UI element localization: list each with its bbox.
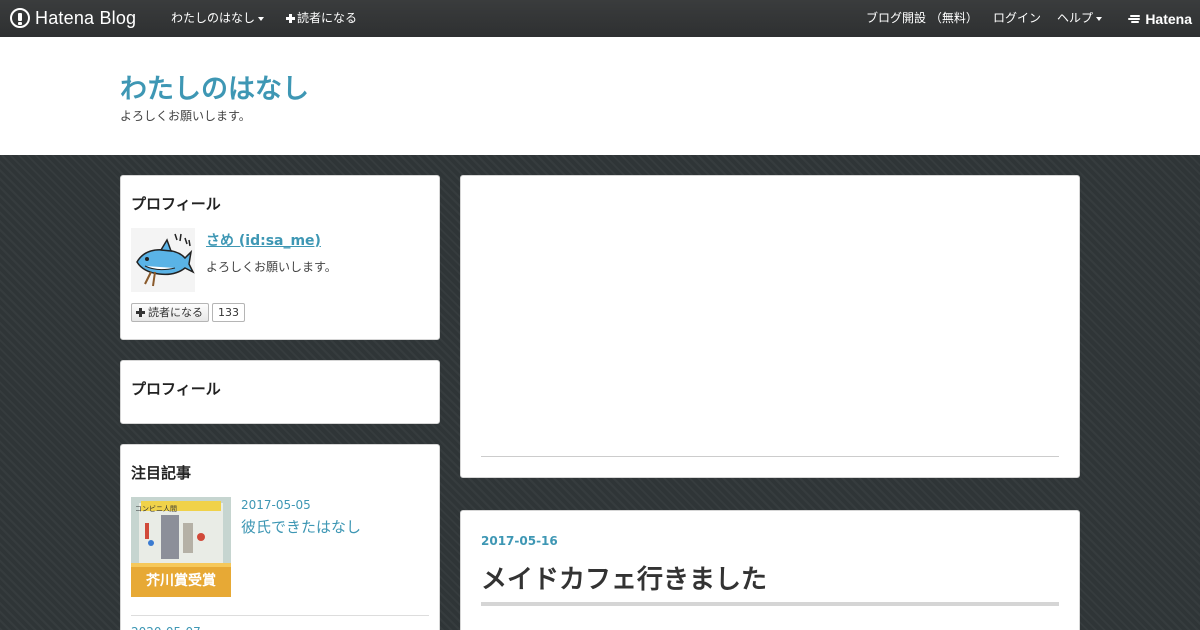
featured-module-title: 注目記事 bbox=[131, 464, 192, 482]
header-subscribe-button[interactable]: 読者になる bbox=[286, 0, 357, 37]
open-blog-link[interactable]: ブログ開設 （無料） bbox=[866, 0, 978, 37]
featured-entry-thumbnail[interactable]: コンビニ人間 芥川賞受賞 bbox=[131, 497, 231, 597]
featured-divider bbox=[131, 615, 429, 616]
chevron-down-icon bbox=[258, 16, 265, 21]
subscriber-count-badge[interactable]: 133 bbox=[212, 303, 245, 322]
profile-name-link[interactable]: さめ (id:sa_me) bbox=[206, 230, 321, 250]
entry-title-underline bbox=[481, 602, 1059, 606]
plus-icon bbox=[286, 14, 295, 23]
profile-description: よろしくお願いします。 bbox=[206, 260, 337, 274]
logo-text: Hatena Blog bbox=[35, 7, 137, 28]
entry-title[interactable]: メイドカフェ行きました bbox=[481, 559, 767, 596]
plus-icon bbox=[136, 308, 145, 317]
profile-module-2-title: プロフィール bbox=[131, 380, 221, 398]
header-subscribe-label: 読者になる bbox=[297, 11, 358, 25]
blog-menu-label: わたしのはなし bbox=[171, 11, 256, 25]
blog-title[interactable]: わたしのはなし bbox=[120, 67, 309, 106]
hatena-wave-icon bbox=[1128, 14, 1142, 24]
featured-entry-title[interactable]: 彼氏できたはなし bbox=[241, 516, 361, 537]
chevron-down-icon bbox=[1096, 16, 1103, 21]
thumbnail-subtitle: コンビニ人間 bbox=[135, 504, 177, 513]
blog-description: よろしくお願いします。 bbox=[120, 109, 251, 123]
help-label: ヘルプ bbox=[1057, 11, 1094, 25]
shark-avatar-icon[interactable] bbox=[131, 228, 195, 292]
login-link[interactable]: ログイン bbox=[993, 0, 1041, 37]
profile-module-2: プロフィール bbox=[120, 360, 440, 424]
subscribe-button[interactable]: 読者になる bbox=[131, 303, 209, 322]
help-dropdown[interactable]: ヘルプ bbox=[1057, 0, 1103, 37]
featured-entry-date-2[interactable]: 2020-05-07 bbox=[131, 625, 201, 630]
thumbnail-caption: 芥川賞受賞 bbox=[146, 572, 216, 589]
entry-date[interactable]: 2017-05-16 bbox=[481, 534, 558, 548]
subscribe-button-label: 読者になる bbox=[148, 306, 203, 319]
hatena-blog-logo-icon bbox=[10, 8, 30, 28]
blog-header: わたしのはなし よろしくお願いします。 bbox=[0, 37, 1200, 155]
featured-entries-module: 注目記事 コンビニ人間 芥川賞受賞 2017-05-05 彼氏できたはなし 20… bbox=[120, 444, 440, 630]
global-header: Hatena Blog わたしのはなし 読者になる ブログ開設 （無料） ログイ… bbox=[0, 0, 1200, 37]
profile-module-title: プロフィール bbox=[131, 195, 221, 213]
ad-module bbox=[460, 175, 1080, 478]
hatena-blog-logo[interactable]: Hatena Blog bbox=[10, 6, 136, 30]
entry-article: 2017-05-16 メイドカフェ行きました bbox=[460, 510, 1080, 630]
hatena-brand-link[interactable]: Hatena bbox=[1128, 0, 1192, 37]
blog-menu-dropdown[interactable]: わたしのはなし bbox=[171, 0, 265, 37]
hatena-brand-text: Hatena bbox=[1145, 10, 1192, 27]
ad-divider bbox=[481, 456, 1059, 457]
profile-module: プロフィール さめ (id:sa_me) よろしくお願いします。 読者になる 1… bbox=[120, 175, 440, 340]
featured-entry-date[interactable]: 2017-05-05 bbox=[241, 498, 311, 512]
